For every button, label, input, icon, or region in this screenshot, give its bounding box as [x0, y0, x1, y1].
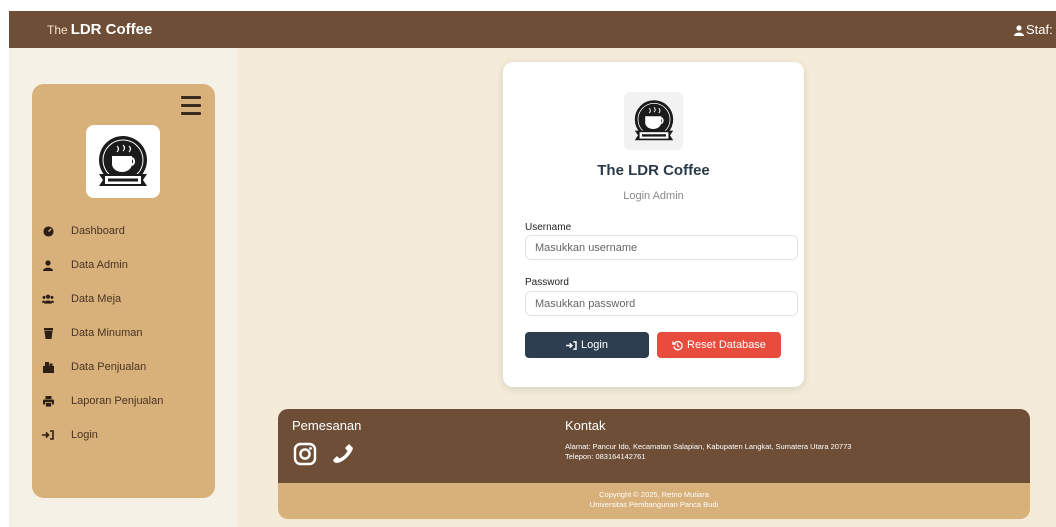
login-button[interactable]: Login [525, 332, 649, 358]
password-label: Password [525, 277, 569, 288]
sidebar-item-login[interactable]: Login [32, 418, 215, 452]
copyright-text: Copyright © 2025, Retno Mutiara [599, 490, 709, 499]
login-button-label: Login [581, 339, 608, 351]
phone-icon[interactable] [330, 441, 356, 467]
sidebar-item-label: Data Meja [71, 293, 122, 305]
boxes-icon [42, 361, 54, 373]
user-icon [1014, 25, 1024, 36]
dashboard-icon [42, 225, 54, 237]
university-text: Universitas Pembangunan Panca Budi [589, 500, 719, 509]
coffee-logo-icon [99, 135, 147, 186]
sidebar-item-data-minuman[interactable]: Data Minuman [32, 316, 215, 350]
sidebar-item-label: Laporan Penjualan [71, 395, 164, 407]
main-content: The LDR Coffee Login Admin Username Pass… [237, 48, 1056, 527]
login-card: The LDR Coffee Login Admin Username Pass… [503, 62, 804, 387]
sidebar: Dashboard Data Admin Data Meja Data Minu… [32, 84, 215, 498]
reset-database-button[interactable]: Reset Database [657, 332, 781, 358]
sidebar-item-label: Data Penjualan [71, 361, 147, 373]
top-navbar: The LDR Coffee Staf: [9, 11, 1056, 48]
print-icon [42, 395, 54, 407]
brand-prefix: The [47, 23, 68, 37]
footer-top: Pemesanan Kontak Alamat: Pancur Ido, Kec… [278, 409, 1030, 483]
sidebar-item-label: Data Admin [71, 259, 128, 271]
users-icon [42, 293, 54, 305]
sidebar-item-laporan-penjualan[interactable]: Laporan Penjualan [32, 384, 215, 418]
sidebar-item-data-penjualan[interactable]: Data Penjualan [32, 350, 215, 384]
login-icon [566, 340, 577, 350]
coffee-logo-icon [634, 100, 673, 141]
sidebar-item-label: Data Minuman [71, 327, 143, 339]
reset-button-label: Reset Database [687, 339, 766, 351]
sidebar-item-label: Dashboard [71, 225, 125, 237]
username-label: Username [525, 222, 572, 233]
history-icon [672, 340, 683, 350]
card-logo [624, 92, 683, 150]
brand-name: LDR Coffee [70, 21, 153, 38]
user-label: Staf: [1026, 22, 1053, 37]
sidebar-menu: Dashboard Data Admin Data Meja Data Minu… [32, 214, 215, 452]
sidebar-item-label: Login [71, 429, 98, 441]
contact-heading: Kontak [565, 418, 606, 433]
social-icons [292, 441, 368, 467]
user-menu[interactable]: Staf: [1014, 11, 1056, 48]
sidebar-logo [86, 125, 160, 198]
login-icon [42, 429, 54, 441]
hamburger-menu-icon[interactable] [181, 96, 201, 116]
login-title: The LDR Coffee [597, 162, 710, 179]
login-subtitle: Login Admin [623, 190, 684, 202]
user-icon [42, 259, 54, 271]
instagram-icon[interactable] [292, 441, 318, 467]
password-input[interactable] [525, 291, 798, 316]
brand-logo-text[interactable]: The LDR Coffee [47, 11, 152, 48]
ordering-heading: Pemesanan [292, 418, 362, 433]
drink-icon [42, 327, 54, 339]
contact-phone: Telepon: 083164142761 [565, 452, 646, 461]
sidebar-item-dashboard[interactable]: Dashboard [32, 214, 215, 248]
contact-address: Alamat: Pancur Ido, Kecamatan Salapian, … [565, 442, 852, 451]
sidebar-item-data-admin[interactable]: Data Admin [32, 248, 215, 282]
username-input[interactable] [525, 235, 798, 260]
footer-bottom: Copyright © 2025, Retno Mutiara Universi… [278, 483, 1030, 519]
footer: Pemesanan Kontak Alamat: Pancur Ido, Kec… [278, 409, 1030, 519]
sidebar-item-data-meja[interactable]: Data Meja [32, 282, 215, 316]
